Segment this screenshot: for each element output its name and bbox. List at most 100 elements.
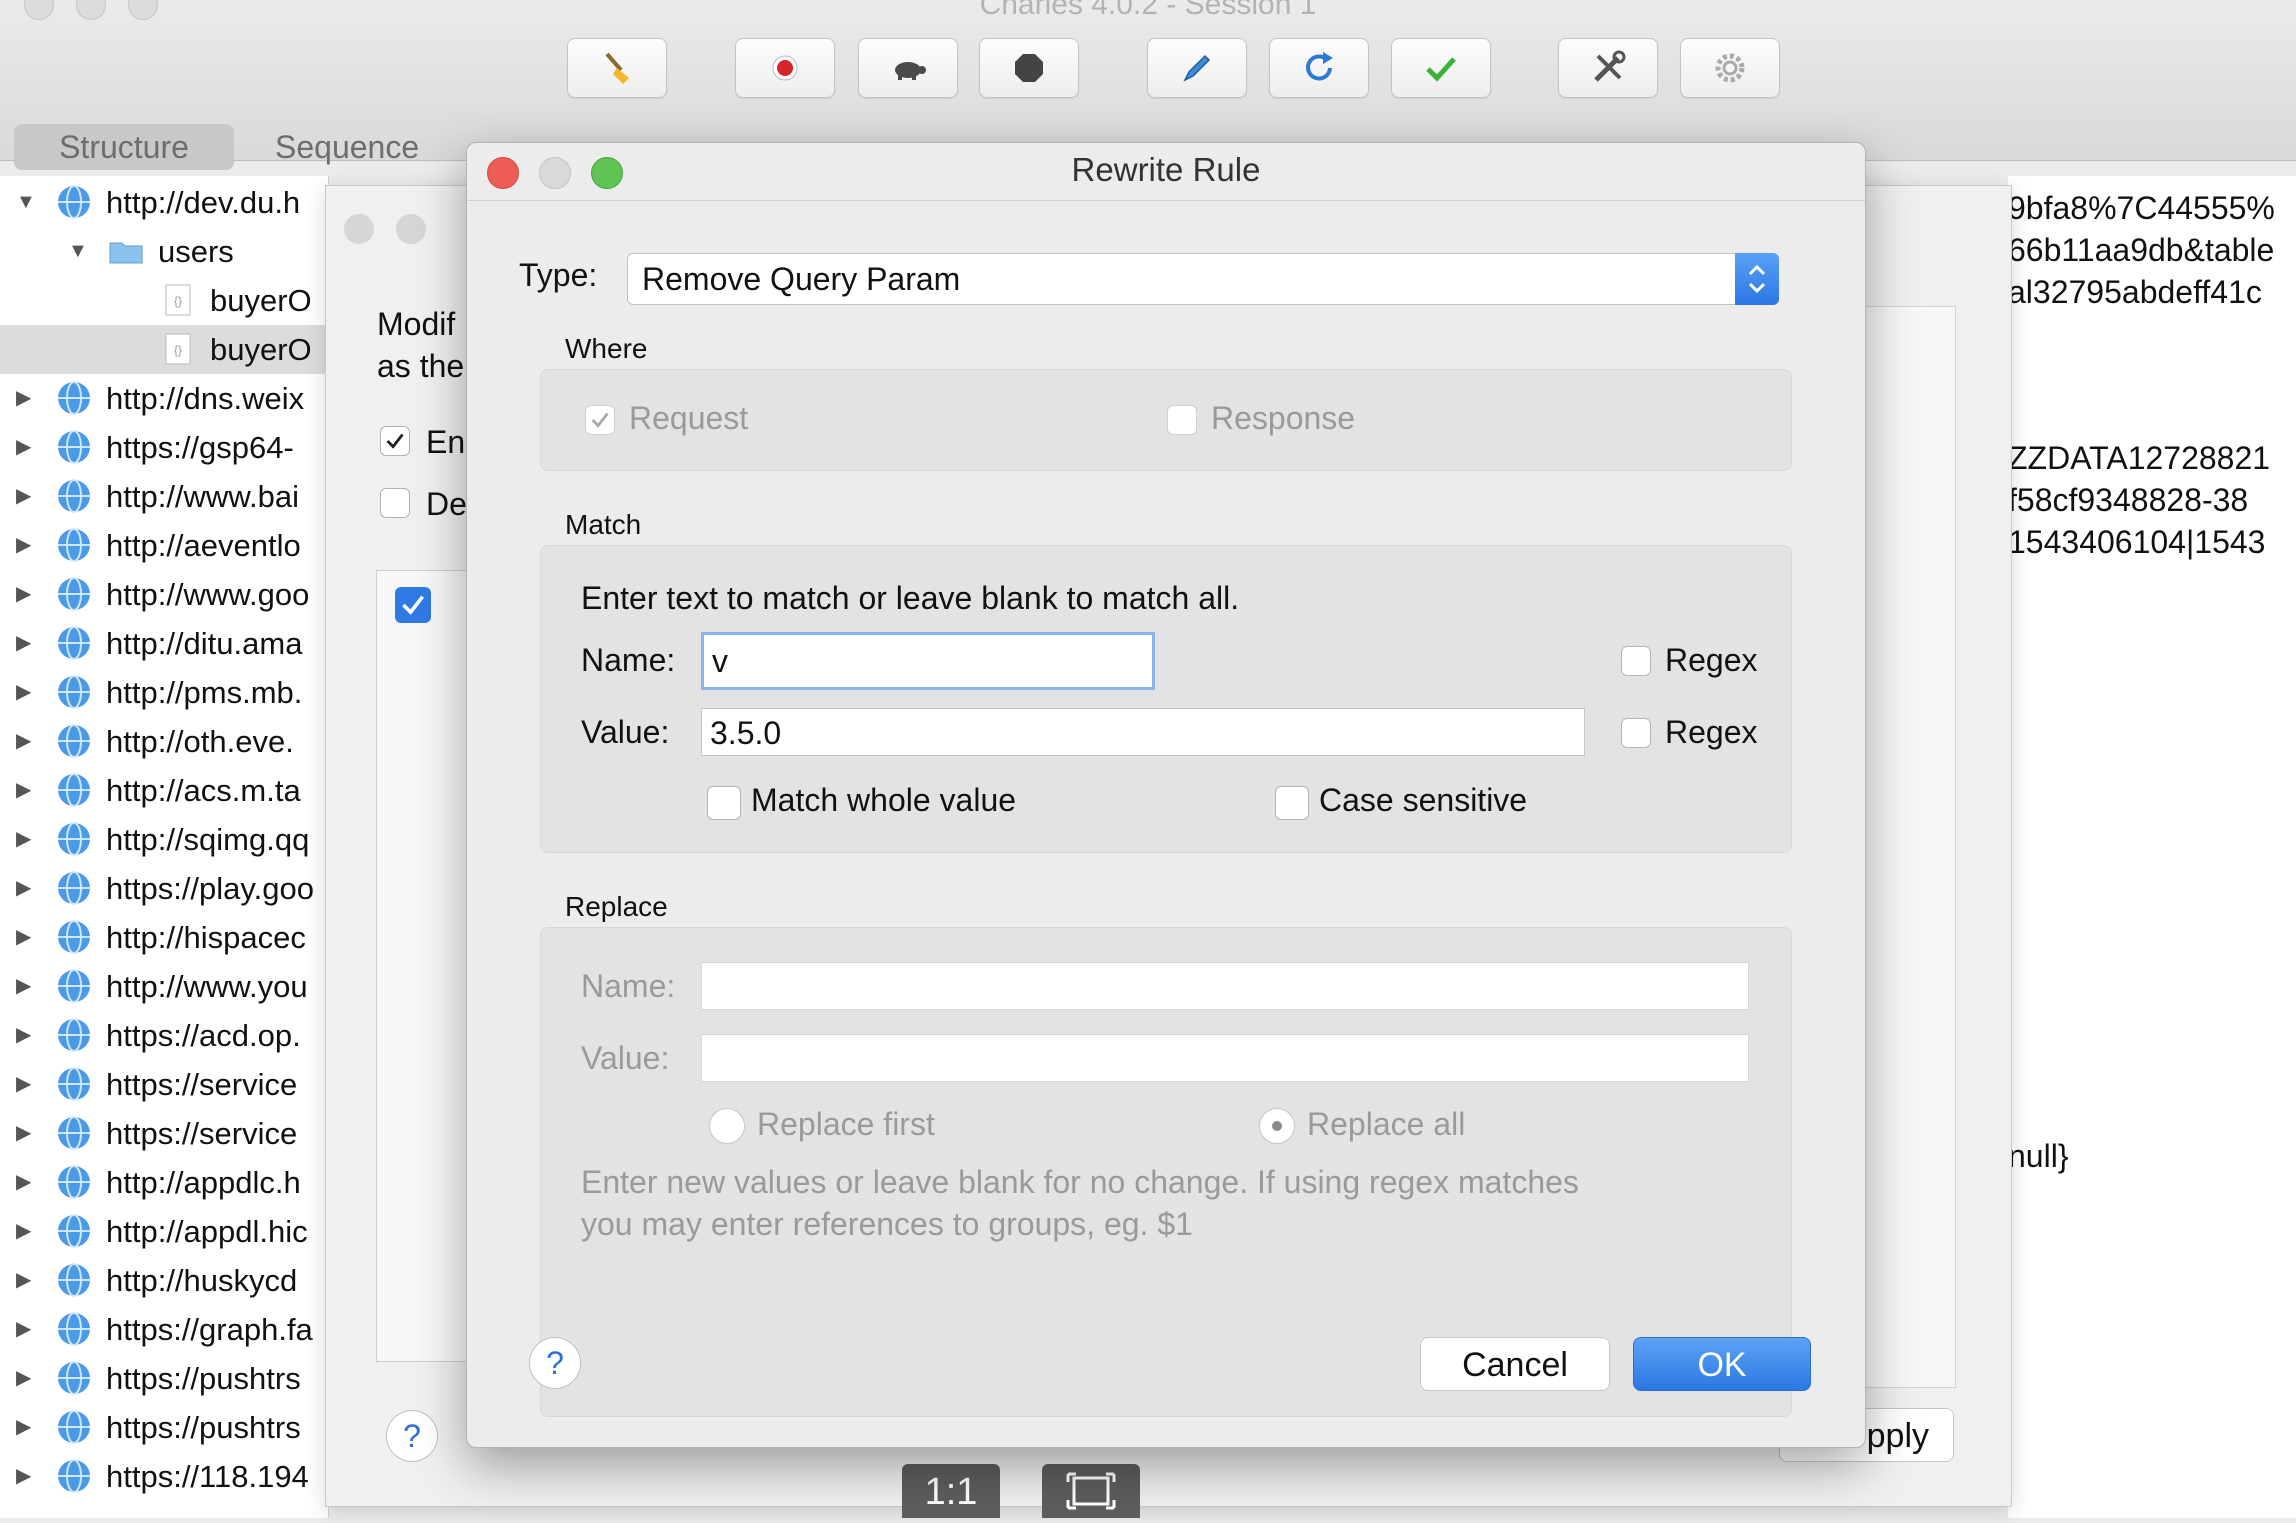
tree-host-row[interactable]: ▶ https://gsp64- [0,423,328,472]
tree-host-row[interactable]: ▶ http://ditu.ama [0,619,328,668]
sheet-minimize-button[interactable] [396,214,426,244]
disclosure-collapsed-icon[interactable]: ▶ [16,1403,31,1452]
tree-host-row[interactable]: ▶ https://pushtrs [0,1403,328,1452]
rules-list[interactable] [376,570,468,1362]
tree-host-row[interactable]: ▶ https://acd.op. [0,1011,328,1060]
tree-host-row[interactable]: ▶ http://hispacec [0,913,328,962]
tree-host-row[interactable]: ▶ http://sqimg.qq [0,815,328,864]
compose-button[interactable] [1147,38,1247,98]
validate-button[interactable] [1391,38,1491,98]
disclosure-collapsed-icon[interactable]: ▶ [16,374,31,423]
checkmark-icon [402,595,425,615]
tree-host-row[interactable]: ▶ https://play.goo [0,864,328,913]
disclosure-collapsed-icon[interactable]: ▶ [16,570,31,619]
disclosure-collapsed-icon[interactable]: ▶ [16,864,31,913]
disclosure-collapsed-icon[interactable]: ▶ [16,472,31,521]
disclosure-collapsed-icon[interactable]: ▶ [16,619,31,668]
disclosure-expanded-icon[interactable]: ▼ [16,178,36,227]
zoom-actual-button[interactable]: 1:1 [902,1464,1000,1518]
replace-name-input[interactable] [701,962,1749,1010]
tree-host-row[interactable]: ▶ http://dns.weix [0,374,328,423]
replace-all-radio[interactable] [1259,1108,1295,1144]
record-button[interactable] [735,38,835,98]
rule-checkbox[interactable] [395,587,431,623]
tree-host-row[interactable]: ▶ http://www.goo [0,570,328,619]
match-name-regex-checkbox[interactable] [1621,646,1651,676]
match-name-input[interactable]: v [701,632,1155,690]
disclosure-collapsed-icon[interactable]: ▶ [16,1207,31,1256]
disclosure-collapsed-icon[interactable]: ▶ [16,1109,31,1158]
settings-button[interactable] [1680,38,1780,98]
sheet-close-button[interactable] [344,214,374,244]
disclosure-collapsed-icon[interactable]: ▶ [16,717,31,766]
debug-checkbox[interactable] [380,488,410,518]
globe-icon [58,920,90,954]
tree-folder-row[interactable]: ▼ users [0,227,328,276]
disclosure-collapsed-icon[interactable]: ▶ [16,1256,31,1305]
tree-host-row[interactable]: ▶ https://pushtrs [0,1354,328,1403]
match-value-input[interactable]: 3.5.0 [701,708,1585,756]
replace-value-input[interactable] [701,1034,1749,1082]
dialog-help-button[interactable]: ? [529,1337,581,1389]
disclosure-collapsed-icon[interactable]: ▶ [16,423,31,472]
request-checkbox[interactable] [585,405,615,435]
case-sensitive-checkbox[interactable] [1275,786,1309,820]
response-checkbox[interactable] [1167,405,1197,435]
disclosure-collapsed-icon[interactable]: ▶ [16,1305,31,1354]
disclosure-collapsed-icon[interactable]: ▶ [16,521,31,570]
tab-sequence[interactable]: Sequence [275,124,419,170]
tree-host-row[interactable]: ▶ https://service [0,1109,328,1158]
tree-row-label: http://appdlc.h [106,1165,301,1200]
disclosure-expanded-icon[interactable]: ▼ [68,227,88,276]
match-name-label: Name: [581,642,676,678]
disclosure-collapsed-icon[interactable]: ▶ [16,1011,31,1060]
breakpoints-button[interactable] [979,38,1079,98]
tree-host-row[interactable]: ▶ http://huskycd [0,1256,328,1305]
tree-host-row[interactable]: ▶ http://acs.m.ta [0,766,328,815]
replace-name-label: Name: [581,968,676,1004]
tree-host-row[interactable]: ▶ https://service [0,1060,328,1109]
ok-button[interactable]: OK [1633,1337,1811,1391]
tree-host-row[interactable]: ▶ https://118.194 [0,1452,328,1501]
tools-icon [1594,50,1626,82]
tree-host-row[interactable]: ▶ http://oth.eve. [0,717,328,766]
tree-host-row[interactable]: ▶ https://graph.fa [0,1305,328,1354]
tree-host-row[interactable]: ▶ http://appdl.hic [0,1207,328,1256]
match-value-regex-checkbox[interactable] [1621,718,1651,748]
tree-file-row[interactable]: {} buyerO [0,325,328,374]
tree-host-row[interactable]: ▶ http://www.bai [0,472,328,521]
disclosure-collapsed-icon[interactable]: ▶ [16,815,31,864]
disclosure-collapsed-icon[interactable]: ▶ [16,766,31,815]
disclosure-collapsed-icon[interactable]: ▶ [16,962,31,1011]
fit-window-button[interactable] [1042,1464,1140,1518]
disclosure-collapsed-icon[interactable]: ▶ [16,668,31,717]
match-whole-value-checkbox[interactable] [707,786,741,820]
globe-icon [58,1361,90,1395]
throttle-button[interactable] [858,38,958,98]
tree-host-row[interactable]: ▶ http://appdlc.h [0,1158,328,1207]
cancel-button[interactable]: Cancel [1420,1337,1610,1391]
tree-row-label: http://appdl.hic [106,1214,308,1249]
repeat-button[interactable] [1269,38,1369,98]
enable-checkbox[interactable] [380,426,410,456]
tab-structure[interactable]: Structure [14,124,234,170]
clear-session-button[interactable] [567,38,667,98]
type-select[interactable]: Remove Query Param [627,253,1779,305]
folder-icon [109,242,143,264]
globe-icon [58,1116,90,1150]
disclosure-collapsed-icon[interactable]: ▶ [16,1354,31,1403]
match-value-regex-label: Regex [1665,714,1758,750]
replace-first-radio[interactable] [709,1108,745,1144]
tree-host-row[interactable]: ▶ http://www.you [0,962,328,1011]
sheet-help-button[interactable]: ? [386,1410,438,1462]
tree-host-row[interactable]: ▼ http://dev.du.h [0,178,328,227]
tree-file-row[interactable]: {} buyerO [0,276,328,325]
disclosure-collapsed-icon[interactable]: ▶ [16,1158,31,1207]
tree-host-row[interactable]: ▶ http://aeventlo [0,521,328,570]
disclosure-collapsed-icon[interactable]: ▶ [16,1060,31,1109]
tools-button[interactable] [1558,38,1658,98]
tree-host-row[interactable]: ▶ http://pms.mb. [0,668,328,717]
disclosure-collapsed-icon[interactable]: ▶ [16,1452,31,1501]
host-tree[interactable]: ▼ http://dev.du.h ▼ users {} buyerO {} buyerO ▶ h… [0,176,329,1518]
disclosure-collapsed-icon[interactable]: ▶ [16,913,31,962]
